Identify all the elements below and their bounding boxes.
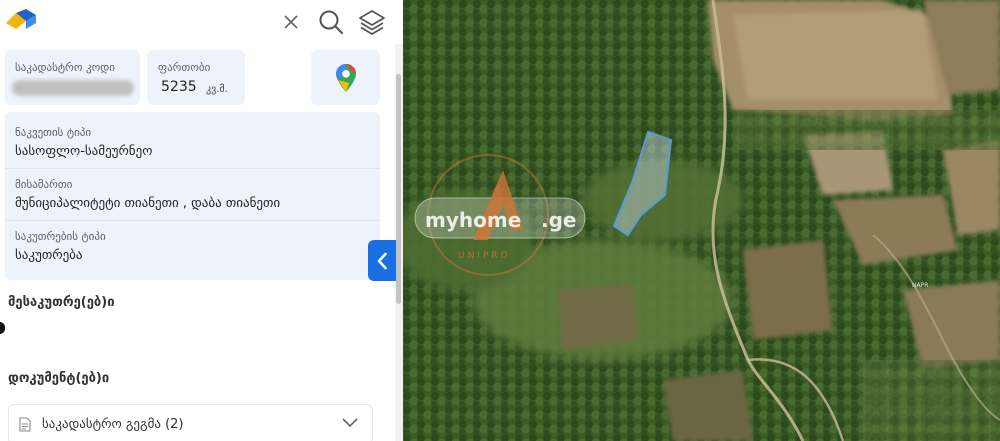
area-value: 5235 xyxy=(161,79,197,95)
search-icon xyxy=(319,10,344,35)
chevron-left-icon xyxy=(377,252,387,269)
parcel-type-value: სასოფლო-სამეურნეო xyxy=(15,144,153,159)
document-icon xyxy=(19,417,31,432)
drag-handle xyxy=(0,322,5,334)
search-bar xyxy=(0,0,403,44)
property-info-panel: საკადასტრო კოდი ფართობი 5235 კვ.მ. ნაკვე… xyxy=(0,0,403,441)
parcel-type-label: ნაკვეთის ტიპი xyxy=(15,126,92,139)
divider xyxy=(5,220,380,221)
area-card: ფართობი 5235 კვ.მ. xyxy=(147,50,245,105)
place-label: NAPR xyxy=(912,282,928,289)
address-field: მისამართი მუნიციპალიტეტი თიანეთი , დაბა … xyxy=(15,178,280,211)
watermark-name: myhome xyxy=(425,208,521,232)
cadastral-code-value-redacted xyxy=(12,80,134,96)
divider xyxy=(5,168,380,169)
watermark-suffix: .ge xyxy=(541,208,576,232)
document-label: საკადასტრო გეგმა (2) xyxy=(42,417,184,432)
layers-button[interactable] xyxy=(354,7,390,37)
layers-icon xyxy=(359,10,385,35)
close-icon xyxy=(284,15,298,29)
google-maps-pin-icon xyxy=(335,63,356,92)
cadastral-code-label: საკადასტრო კოდი xyxy=(15,61,115,74)
parcel-type-field: ნაკვეთის ტიპი სასოფლო-სამეურნეო xyxy=(15,126,152,159)
address-value: მუნიციპალიტეტი თიანეთი , დაბა თიანეთი xyxy=(15,196,281,211)
ownership-type-value: საკუთრება xyxy=(15,248,83,263)
area-label: ფართობი xyxy=(158,61,211,74)
property-details-card: ნაკვეთის ტიპი სასოფლო-სამეურნეო მისამართ… xyxy=(5,112,380,280)
clear-search-button[interactable] xyxy=(276,7,306,37)
satellite-imagery: myhome .ge UNIPRO NAPR xyxy=(403,0,1000,441)
area-unit: კვ.მ. xyxy=(206,84,228,95)
address-label: მისამართი xyxy=(15,178,73,191)
watermark-sub: UNIPRO xyxy=(458,251,511,261)
collapse-panel-button[interactable] xyxy=(368,240,396,281)
scrollbar-thumb[interactable] xyxy=(396,74,401,304)
search-input[interactable] xyxy=(44,8,270,36)
open-in-google-maps-button[interactable] xyxy=(311,50,380,105)
panel-scrollbar[interactable] xyxy=(395,44,403,441)
ownership-type-label: საკუთრების ტიპი xyxy=(15,230,106,243)
search-button[interactable] xyxy=(316,7,346,37)
owners-section-title: მესაკუთრე(ებ)ი xyxy=(8,295,115,310)
document-accordion-item[interactable]: საკადასტრო გეგმა (2) xyxy=(8,404,373,441)
chevron-down-icon xyxy=(342,418,358,428)
logo-icon xyxy=(6,9,36,29)
documents-section-title: დოკუმენტ(ებ)ი xyxy=(8,371,110,386)
satellite-map[interactable]: myhome .ge UNIPRO NAPR xyxy=(403,0,1000,441)
cadastral-code-card: საკადასტრო კოდი xyxy=(5,50,140,105)
ownership-type-field: საკუთრების ტიპი საკუთრება xyxy=(15,230,106,263)
